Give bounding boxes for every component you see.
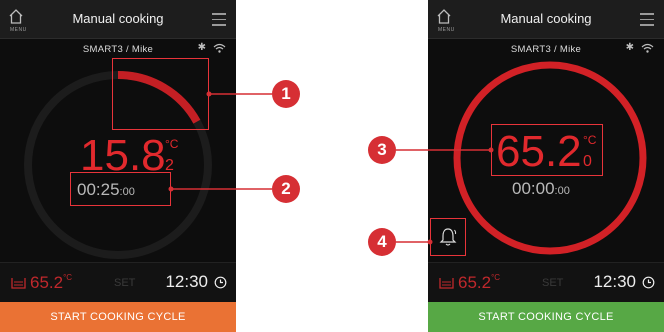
timer-clock-icon[interactable] [642, 276, 655, 289]
set-label: SET [114, 277, 136, 289]
bath-temperature: 65.2°C [30, 273, 73, 292]
start-cooking-button[interactable]: START COOKING CYCLE [0, 302, 236, 332]
left-device-screen: MENU Manual cooking SMART3 / Mike ✱ 15.8… [0, 0, 236, 332]
timer-display[interactable]: 00:25:00 [77, 180, 135, 200]
clock-time: 12:30 [593, 272, 636, 291]
temperature-display: 65.2 °C 0 [496, 127, 596, 176]
set-label: SET [542, 277, 564, 289]
start-cooking-button[interactable]: START COOKING CYCLE [428, 302, 664, 332]
callout-marker-4: 4 [368, 228, 396, 256]
callout-marker-1: 1 [272, 80, 300, 108]
temperature-unit: °C [165, 137, 179, 151]
clock-time: 12:30 [165, 272, 208, 291]
timer-clock-icon[interactable] [214, 276, 227, 289]
callout-marker-2: 2 [272, 175, 300, 203]
alarm-bell-button[interactable] [430, 218, 466, 256]
timer-seconds: :00 [119, 186, 135, 198]
timer-value: 00:25 [77, 180, 120, 199]
timer-value: 00:00 [512, 179, 555, 198]
right-device-screen: MENU Manual cooking SMART3 / Mike ✱ 65.2… [428, 0, 664, 332]
water-bath-icon [11, 278, 26, 289]
bell-icon [439, 228, 457, 246]
timer-seconds: :00 [554, 185, 570, 197]
temperature-decimal: 0 [583, 153, 592, 170]
temperature-value: 65.2 [496, 127, 582, 176]
timer-display[interactable]: 00:00:00 [512, 179, 570, 199]
callout-marker-3: 3 [368, 136, 396, 164]
status-footer: 65.2°C SET 12:30 [0, 262, 236, 303]
water-bath-icon [439, 278, 454, 289]
status-footer: 65.2°C SET 12:30 [428, 262, 664, 303]
bath-temperature: 65.2°C [458, 273, 501, 292]
temperature-unit: °C [583, 133, 597, 147]
callout-box-progress [112, 58, 209, 130]
